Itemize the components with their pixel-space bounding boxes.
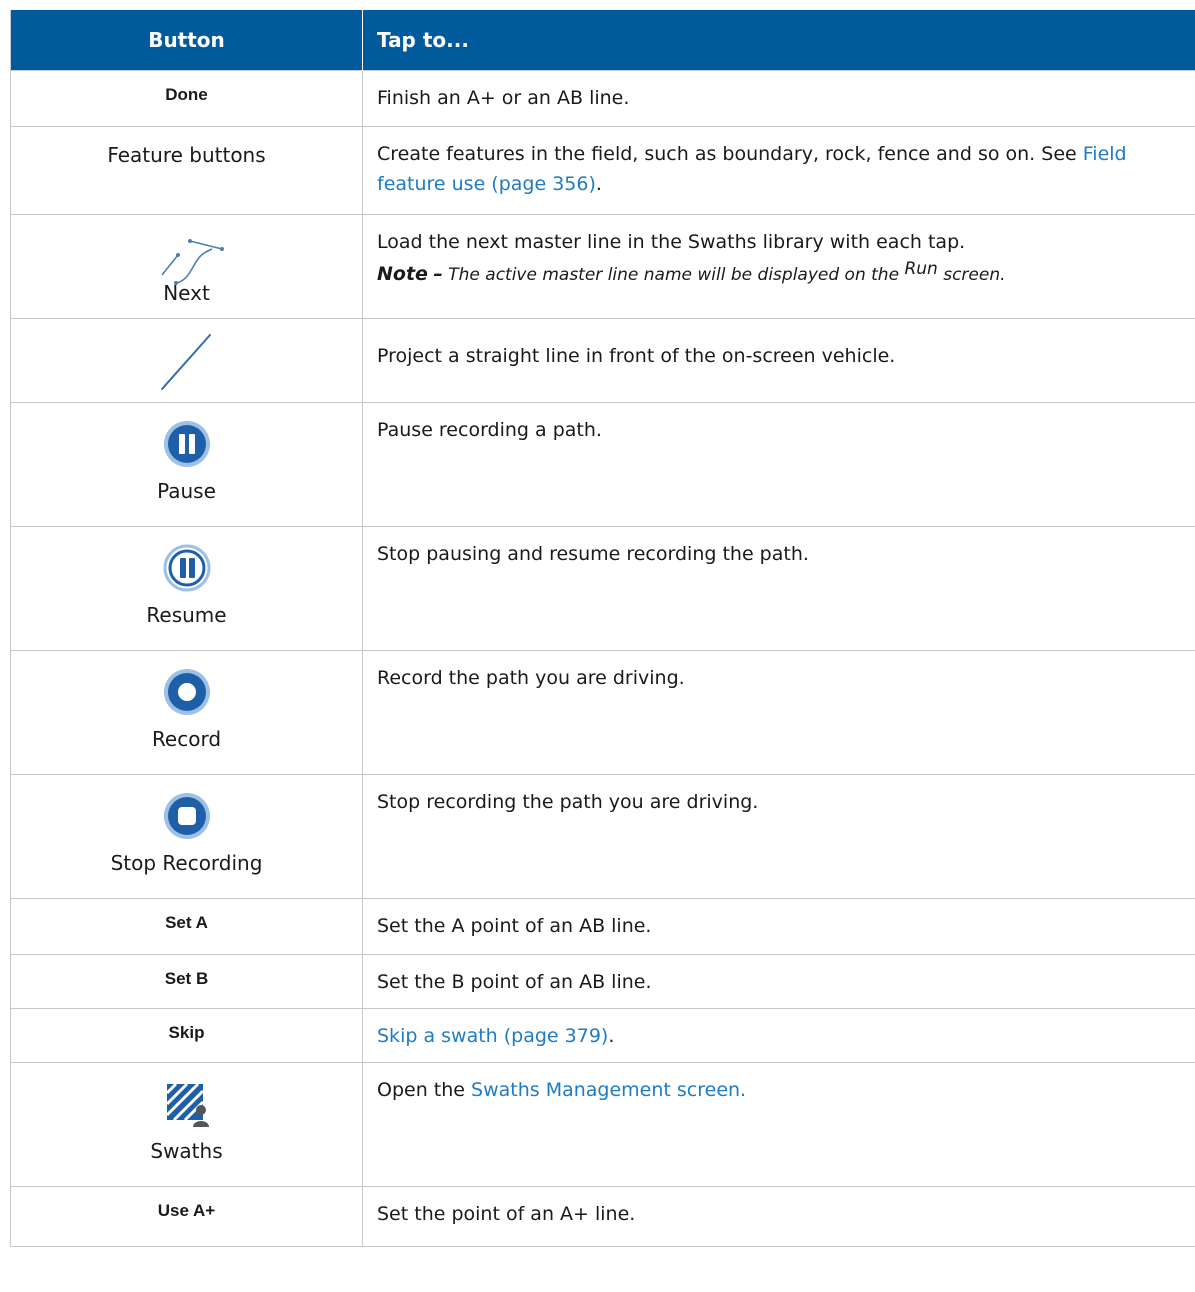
swaths-management-link[interactable]: Swaths Management screen. [471, 1079, 746, 1101]
row-description: Stop pausing and resume recording the pa… [377, 543, 809, 565]
button-label-record: Record [151, 727, 222, 751]
record-icon [163, 669, 210, 715]
row-description: Skip a swath (page 379). [377, 1025, 615, 1047]
pause-outline-icon [163, 544, 210, 592]
table-row: Resume Stop pausing and resume recording… [10, 526, 1195, 651]
button-label-pause: Pause [157, 479, 216, 503]
row-description: Finish an A+ or an AB line. [377, 87, 630, 109]
button-label-set-b: Set B [164, 969, 209, 988]
button-label-resume: Resume [146, 603, 227, 627]
row-description: Project a straight line in front of the … [377, 345, 896, 367]
table-row: Record Record the path you are driving. [10, 650, 1195, 775]
table-row: Next Load the next master line in the Sw… [10, 214, 1195, 319]
table-row: Swaths Open the Swaths Management screen… [10, 1062, 1195, 1187]
row-description: Pause recording a path. [377, 419, 602, 441]
button-label-skip: Skip [168, 1023, 205, 1042]
button-reference-table: Button Tap to... Done Finish an A+ or an… [10, 10, 1195, 1247]
row-description: Set the A point of an AB line. [377, 915, 652, 937]
table-row: Project a straight line in front of the … [10, 318, 1195, 403]
note-text: Note – The active master line name will … [377, 259, 1006, 285]
button-label-feature-buttons: Feature buttons [107, 143, 266, 167]
pause-filled-icon [163, 421, 210, 467]
row-description: Load the next master line in the Swaths … [377, 231, 966, 253]
row-description: Open the Swaths Management screen. [377, 1079, 747, 1101]
table-row: Done Finish an A+ or an AB line. [10, 70, 1195, 127]
table-row: Set A Set the A point of an AB line. [10, 898, 1195, 955]
column-header-tap-to: Tap to... [362, 10, 1195, 71]
row-description: Stop recording the path you are driving. [377, 791, 759, 813]
table-row: Feature buttons Create features in the f… [10, 126, 1195, 215]
table-row: Stop Recording Stop recording the path y… [10, 774, 1195, 899]
table-row: Set B Set the B point of an AB line. [10, 954, 1195, 1009]
stop-recording-icon [163, 793, 210, 839]
skip-a-swath-link[interactable]: Skip a swath (page 379) [377, 1025, 608, 1047]
table-header-row: Button Tap to... [10, 10, 1195, 71]
straight-line-icon [160, 334, 211, 390]
button-label-swaths: Swaths [150, 1139, 223, 1163]
row-description: Create features in the field, such as bo… [377, 143, 1127, 195]
button-label-done: Done [165, 85, 208, 104]
column-header-button: Button [10, 10, 363, 71]
row-description: Set the point of an A+ line. [377, 1203, 636, 1225]
row-description: Set the B point of an AB line. [377, 971, 652, 993]
row-description: Record the path you are driving. [377, 667, 685, 689]
button-label-next: Next [163, 281, 210, 305]
curved-lines-icon [160, 239, 224, 285]
table-row: Skip Skip a swath (page 379). [10, 1008, 1195, 1063]
button-label-use-a-plus: Use A+ [157, 1201, 216, 1220]
button-label-stop-recording: Stop Recording [110, 851, 263, 875]
button-label-set-a: Set A [165, 913, 208, 932]
swaths-icon [165, 1082, 209, 1127]
table-row: Pause Pause recording a path. [10, 402, 1195, 527]
table-row: Use A+ Set the point of an A+ line. [10, 1186, 1195, 1247]
